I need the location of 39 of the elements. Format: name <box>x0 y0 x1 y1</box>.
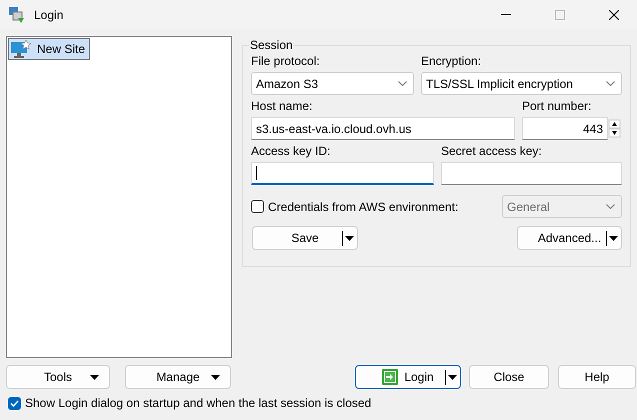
field-label: Encryption: <box>421 54 482 69</box>
caret-icon <box>609 236 618 241</box>
checkbox[interactable] <box>251 200 264 213</box>
checkbox-label: Show Login dialog on startup and when the last session is closed <box>25 396 372 410</box>
help-button[interactable]: Help <box>558 365 636 389</box>
group-title: Session <box>249 38 294 52</box>
checkbox[interactable] <box>8 396 21 410</box>
tools-button[interactable]: Tools <box>6 365 110 389</box>
field-label: File protocol: <box>251 54 321 69</box>
caret-icon <box>211 375 220 380</box>
access-key-field[interactable] <box>251 162 434 185</box>
spinner-icon[interactable] <box>608 117 622 140</box>
protocol-dropdown[interactable]: Amazon S3 <box>251 72 414 95</box>
field-label: Port number: <box>522 99 592 114</box>
close-icon[interactable] <box>609 10 619 20</box>
login-button[interactable]: Login <box>355 365 461 389</box>
encryption-dropdown[interactable]: TLS/SSL Implicit encryption <box>421 72 622 95</box>
window-title: Login <box>34 8 64 22</box>
manage-button[interactable]: Manage <box>125 365 231 389</box>
host-field[interactable]: s3.us-east-va.io.cloud.ovh.us <box>251 117 515 140</box>
field-label: Secret access key: <box>441 144 543 159</box>
chevron-icon <box>606 204 615 209</box>
secret-key-field[interactable] <box>441 162 622 185</box>
caret-icon <box>448 375 457 380</box>
field-label: Host name: <box>251 99 314 114</box>
chevron-icon <box>606 81 615 86</box>
caret-icon <box>90 375 99 380</box>
checkbox-label: Credentials from AWS environment: <box>268 200 458 214</box>
save-button[interactable]: Save <box>252 226 358 250</box>
monitor-icon <box>11 40 31 58</box>
chevron-icon <box>398 81 407 86</box>
field-label: Access key ID: <box>251 144 332 159</box>
caret-icon <box>345 236 354 241</box>
advanced-button[interactable]: Advanced... <box>517 226 622 250</box>
app-icon <box>8 6 26 24</box>
checkmark-icon <box>10 400 19 406</box>
close-button[interactable]: Close <box>469 365 549 389</box>
tree-item[interactable]: New Site <box>8 38 90 60</box>
port-field[interactable]: 443 <box>522 117 608 140</box>
